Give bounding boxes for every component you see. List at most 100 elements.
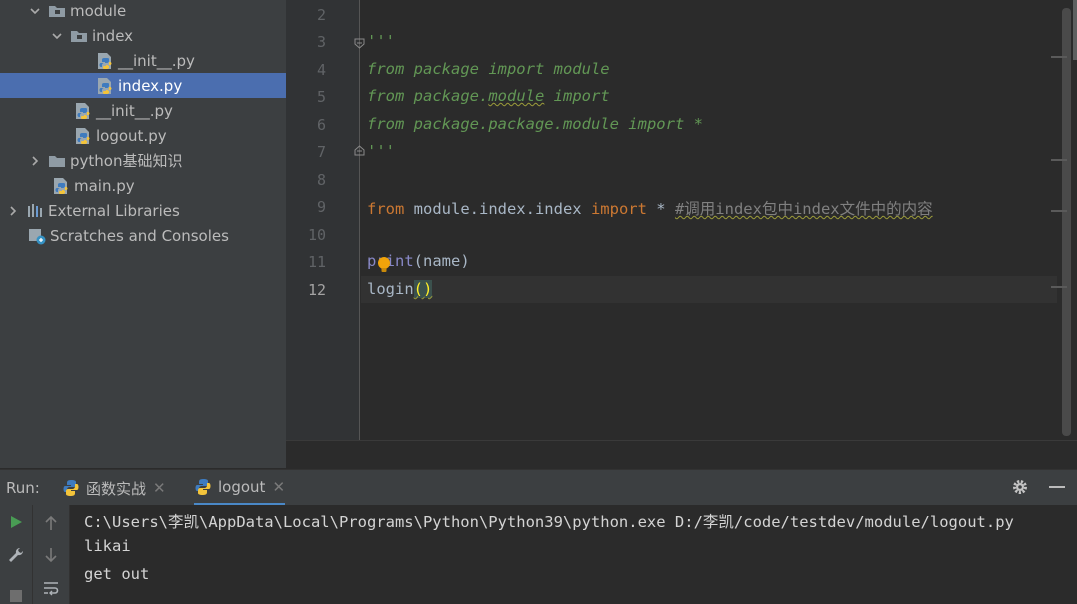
- tab-label: logout: [218, 477, 266, 496]
- line-number-gutter[interactable]: 2 3 4 5 6 7 8 9 10 11 12: [286, 0, 365, 440]
- folder-icon: [48, 152, 66, 170]
- scroll-marker: [1051, 56, 1067, 58]
- tree-item-index-py[interactable]: index.py: [0, 73, 286, 98]
- code-line-4: from package import module: [367, 60, 610, 78]
- tree-item-label: main.py: [74, 176, 135, 195]
- run-toolbar-left: [0, 505, 33, 604]
- tree-item-scratches[interactable]: Scratches and Consoles: [0, 223, 286, 248]
- line-number: 7: [316, 143, 326, 161]
- chevron-down-icon[interactable]: [50, 29, 64, 43]
- code-token: from package import: [367, 60, 554, 78]
- code-token: module.index.index: [404, 200, 591, 218]
- libraries-icon: [26, 202, 44, 220]
- code-line-9: from module.index.index import * #调用inde…: [367, 197, 933, 219]
- code-token: import: [544, 87, 610, 105]
- tree-item-label: index: [92, 26, 134, 45]
- scroll-marker: [1051, 286, 1067, 288]
- rerun-button[interactable]: [5, 511, 27, 533]
- run-label: Run:: [6, 479, 40, 497]
- line-number: 4: [316, 61, 326, 79]
- line-number: 10: [307, 226, 326, 244]
- fold-marker-icon[interactable]: [354, 145, 365, 156]
- tree-item-module-init-py[interactable]: __init__.py: [0, 98, 286, 123]
- code-line-7: ''': [367, 142, 395, 160]
- tree-item-label: External Libraries: [48, 201, 180, 220]
- wrench-icon: [9, 547, 24, 562]
- chevron-right-icon[interactable]: [28, 154, 42, 168]
- line-number: 8: [316, 171, 326, 189]
- console-line-output: get out: [84, 565, 150, 583]
- tree-item-main-py[interactable]: main.py: [0, 173, 286, 198]
- tree-item-python-basics[interactable]: python基础知识: [0, 148, 286, 173]
- python-file-icon: [52, 177, 70, 195]
- code-line-5: from package.module import: [367, 87, 610, 105]
- tree-item-label: Scratches and Consoles: [50, 226, 229, 245]
- python-file-icon: [96, 77, 114, 95]
- tree-item-module[interactable]: module: [0, 0, 286, 23]
- fold-marker-icon[interactable]: [354, 38, 365, 49]
- tree-item-init-py[interactable]: __init__.py: [0, 48, 286, 73]
- scroll-marker: [1051, 210, 1067, 212]
- scratches-icon: [28, 227, 46, 245]
- code-token-warning: module: [488, 87, 545, 105]
- tree-item-logout-py[interactable]: logout.py: [0, 123, 286, 148]
- soft-wrap-button[interactable]: [40, 577, 62, 599]
- chevron-down-icon[interactable]: [28, 4, 42, 18]
- code-token: login: [367, 280, 414, 298]
- run-tool-window-header: Run: 函数实战 ✕ logout ✕: [0, 469, 1077, 506]
- matched-brackets: (): [413, 280, 433, 298]
- run-tab-functions[interactable]: 函数实战 ✕: [62, 470, 166, 506]
- code-token: from package.: [367, 87, 489, 105]
- code-editor[interactable]: 2 3 4 5 6 7 8 9 10 11 12 ''' from packag…: [286, 0, 1077, 468]
- tab-label: 函数实战: [86, 479, 147, 498]
- folder-icon: [70, 27, 88, 45]
- scroll-marker: [1051, 159, 1067, 161]
- keyword-token: import: [590, 200, 647, 218]
- tree-item-label: module: [70, 1, 127, 20]
- current-line-highlight: [361, 276, 1057, 303]
- console-line-output: likai: [84, 537, 131, 555]
- editor-scrollbar[interactable]: [1062, 8, 1071, 436]
- tree-item-index-folder[interactable]: index: [0, 23, 286, 48]
- python-icon: [195, 478, 211, 495]
- project-tree: module index __init__.py index.py __init…: [0, 0, 286, 468]
- edit-config-button[interactable]: [5, 544, 27, 566]
- python-icon: [63, 480, 79, 496]
- tree-item-label: logout.py: [96, 126, 167, 145]
- code-line-3: ''': [367, 32, 395, 50]
- code-token: *: [646, 200, 675, 218]
- run-console[interactable]: C:\Users\李凯\AppData\Local\Programs\Pytho…: [70, 505, 1077, 604]
- lightbulb-icon[interactable]: [377, 256, 391, 274]
- tree-item-external-libraries[interactable]: External Libraries: [0, 198, 286, 223]
- tree-item-label: index.py: [118, 76, 183, 95]
- close-icon[interactable]: ✕: [153, 479, 166, 497]
- tree-item-label: __init__.py: [96, 101, 173, 120]
- chevron-right-icon[interactable]: [6, 204, 20, 218]
- python-file-icon: [74, 127, 92, 145]
- scroll-up-button[interactable]: [40, 512, 62, 534]
- line-number: 2: [316, 6, 326, 24]
- scroll-down-button[interactable]: [40, 544, 62, 566]
- code-token: module: [553, 60, 610, 78]
- stop-icon: [10, 590, 22, 602]
- stop-button[interactable]: [5, 585, 27, 604]
- gear-icon[interactable]: [1011, 478, 1029, 496]
- python-file-icon: [96, 52, 114, 70]
- line-number: 9: [316, 198, 326, 216]
- close-icon[interactable]: ✕: [272, 478, 285, 496]
- comment-token: #调用index包中index文件中的内容: [674, 200, 933, 218]
- console-line-command: C:\Users\李凯\AppData\Local\Programs\Pytho…: [84, 513, 1014, 531]
- run-toolbar-secondary: [33, 505, 70, 604]
- code-line-12: login(): [367, 280, 433, 298]
- line-number: 5: [316, 88, 326, 106]
- play-icon: [11, 516, 22, 528]
- code-token: (name): [413, 252, 470, 270]
- right-edge-strip: [1073, 0, 1077, 60]
- tree-item-label: __init__.py: [118, 51, 195, 70]
- python-file-icon: [74, 102, 92, 120]
- line-number: 6: [316, 116, 326, 134]
- minimize-icon[interactable]: [1049, 486, 1065, 488]
- line-number-current: 12: [307, 281, 326, 299]
- run-tab-logout[interactable]: logout ✕: [194, 470, 286, 506]
- tree-item-label: python基础知识: [70, 152, 183, 170]
